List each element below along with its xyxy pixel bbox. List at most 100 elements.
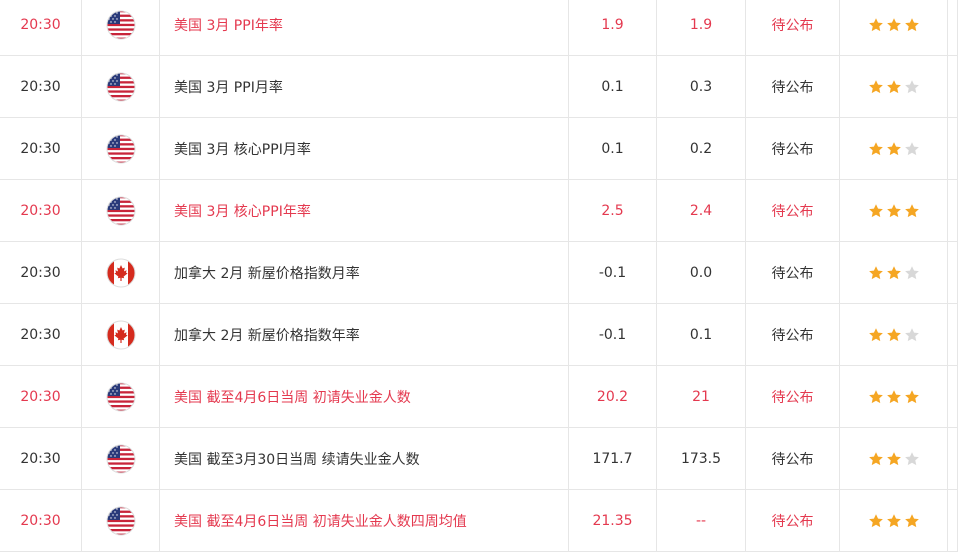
previous-value: 171.7 <box>569 428 657 489</box>
us-flag-icon <box>82 0 160 55</box>
star-filled-icon <box>868 451 884 467</box>
star-filled-icon <box>886 327 902 343</box>
table-row[interactable]: 20:30 美国 截至3月30日当周 续请失业金人数 171.7 173.5 待… <box>0 428 958 490</box>
importance-stars <box>840 490 948 551</box>
star-filled-icon <box>868 389 884 405</box>
star-filled-icon <box>886 17 902 33</box>
actual-value: 待公布 <box>746 428 840 489</box>
previous-value: -0.1 <box>569 304 657 365</box>
importance-stars <box>840 304 948 365</box>
actual-value: 待公布 <box>746 304 840 365</box>
star-filled-icon <box>886 141 902 157</box>
row-edge <box>948 428 958 489</box>
star-filled-icon <box>904 389 920 405</box>
table-row[interactable]: 20:30 美国 3月 核心PPI年率 2.5 2.4 待公布 <box>0 180 958 242</box>
forecast-value: 1.9 <box>657 0 746 55</box>
star-filled-icon <box>904 203 920 219</box>
us-flag-icon <box>82 118 160 179</box>
forecast-value: 2.4 <box>657 180 746 241</box>
actual-value: 待公布 <box>746 242 840 303</box>
indicator-name[interactable]: 加拿大 2月 新屋价格指数月率 <box>160 242 569 303</box>
importance-stars <box>840 56 948 117</box>
importance-stars <box>840 118 948 179</box>
canada-flag-icon <box>82 242 160 303</box>
indicator-name[interactable]: 美国 3月 核心PPI年率 <box>160 180 569 241</box>
star-filled-icon <box>886 513 902 529</box>
release-time: 20:30 <box>0 56 82 117</box>
star-filled-icon <box>868 327 884 343</box>
forecast-value: 21 <box>657 366 746 427</box>
row-edge <box>948 304 958 365</box>
star-empty-icon <box>904 79 920 95</box>
table-row[interactable]: 20:30 加拿大 2月 新屋价格指数年率 -0.1 0.1 待公布 <box>0 304 958 366</box>
star-filled-icon <box>886 79 902 95</box>
star-empty-icon <box>904 265 920 281</box>
canada-flag-icon <box>82 304 160 365</box>
indicator-name[interactable]: 美国 3月 核心PPI月率 <box>160 118 569 179</box>
star-filled-icon <box>904 17 920 33</box>
actual-value: 待公布 <box>746 366 840 427</box>
row-edge <box>948 56 958 117</box>
forecast-value: 173.5 <box>657 428 746 489</box>
star-filled-icon <box>868 203 884 219</box>
release-time: 20:30 <box>0 118 82 179</box>
release-time: 20:30 <box>0 242 82 303</box>
previous-value: 1.9 <box>569 0 657 55</box>
star-filled-icon <box>868 17 884 33</box>
actual-value: 待公布 <box>746 56 840 117</box>
table-row[interactable]: 20:30 美国 3月 核心PPI月率 0.1 0.2 待公布 <box>0 118 958 180</box>
release-time: 20:30 <box>0 366 82 427</box>
actual-value: 待公布 <box>746 490 840 551</box>
release-time: 20:30 <box>0 428 82 489</box>
release-time: 20:30 <box>0 180 82 241</box>
row-edge <box>948 242 958 303</box>
table-row[interactable]: 20:30 美国 3月 PPI年率 1.9 1.9 待公布 <box>0 0 958 56</box>
star-filled-icon <box>886 265 902 281</box>
us-flag-icon <box>82 490 160 551</box>
forecast-value: 0.3 <box>657 56 746 117</box>
importance-stars <box>840 180 948 241</box>
indicator-name[interactable]: 加拿大 2月 新屋价格指数年率 <box>160 304 569 365</box>
row-edge <box>948 118 958 179</box>
previous-value: 20.2 <box>569 366 657 427</box>
star-filled-icon <box>886 451 902 467</box>
indicator-name[interactable]: 美国 截至4月6日当周 初请失业金人数 <box>160 366 569 427</box>
indicator-name[interactable]: 美国 3月 PPI月率 <box>160 56 569 117</box>
forecast-value: 0.2 <box>657 118 746 179</box>
release-time: 20:30 <box>0 304 82 365</box>
importance-stars <box>840 428 948 489</box>
previous-value: 2.5 <box>569 180 657 241</box>
table-row[interactable]: 20:30 美国 截至4月6日当周 初请失业金人数 20.2 21 待公布 <box>0 366 958 428</box>
previous-value: -0.1 <box>569 242 657 303</box>
previous-value: 0.1 <box>569 56 657 117</box>
importance-stars <box>840 0 948 55</box>
forecast-value: -- <box>657 490 746 551</box>
table-row[interactable]: 20:30 加拿大 2月 新屋价格指数月率 -0.1 0.0 待公布 <box>0 242 958 304</box>
us-flag-icon <box>82 428 160 489</box>
actual-value: 待公布 <box>746 0 840 55</box>
table-row[interactable]: 20:30 美国 3月 PPI月率 0.1 0.3 待公布 <box>0 56 958 118</box>
star-empty-icon <box>904 451 920 467</box>
actual-value: 待公布 <box>746 180 840 241</box>
previous-value: 0.1 <box>569 118 657 179</box>
actual-value: 待公布 <box>746 118 840 179</box>
star-empty-icon <box>904 327 920 343</box>
row-edge <box>948 490 958 551</box>
us-flag-icon <box>82 366 160 427</box>
star-filled-icon <box>886 203 902 219</box>
forecast-value: 0.0 <box>657 242 746 303</box>
importance-stars <box>840 366 948 427</box>
indicator-name[interactable]: 美国 截至4月6日当周 初请失业金人数四周均值 <box>160 490 569 551</box>
forecast-value: 0.1 <box>657 304 746 365</box>
star-filled-icon <box>886 389 902 405</box>
indicator-name[interactable]: 美国 截至3月30日当周 续请失业金人数 <box>160 428 569 489</box>
star-filled-icon <box>904 513 920 529</box>
previous-value: 21.35 <box>569 490 657 551</box>
indicator-name[interactable]: 美国 3月 PPI年率 <box>160 0 569 55</box>
table-row[interactable]: 20:30 美国 截至4月6日当周 初请失业金人数四周均值 21.35 -- 待… <box>0 490 958 552</box>
release-time: 20:30 <box>0 490 82 551</box>
us-flag-icon <box>82 56 160 117</box>
row-edge <box>948 180 958 241</box>
star-filled-icon <box>868 141 884 157</box>
star-empty-icon <box>904 141 920 157</box>
